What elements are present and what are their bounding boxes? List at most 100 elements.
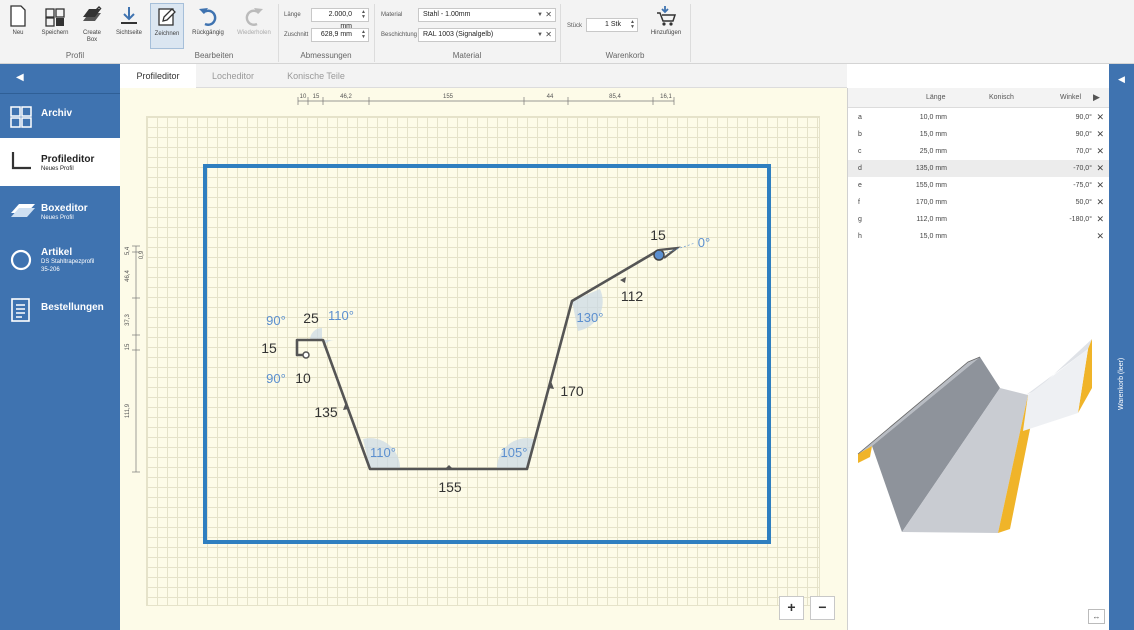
table-row[interactable]: c 25,0 mm 70,0° ✕ xyxy=(848,143,1110,160)
redo-button-label: Wiederholen xyxy=(237,30,271,36)
undo-button[interactable]: Rückgängig xyxy=(190,3,226,49)
segment-label[interactable]: 10 xyxy=(295,370,311,386)
zoom-in-button[interactable]: + xyxy=(779,596,804,620)
add-to-cart-button[interactable]: Hinzufügen xyxy=(646,3,686,49)
delete-icon[interactable]: ✕ xyxy=(1096,129,1104,140)
material-value: Stahl - 1.00mm xyxy=(423,11,471,18)
angle-label[interactable]: 0° xyxy=(698,235,710,250)
row-letter: d xyxy=(858,165,862,172)
row-angle[interactable]: 70,0° xyxy=(1076,148,1092,155)
draw-button[interactable]: Zeichnen xyxy=(150,3,184,49)
expand-icon[interactable]: ↔ xyxy=(1088,609,1105,624)
segment-label[interactable]: 135 xyxy=(314,404,338,420)
delete-icon[interactable]: ✕ xyxy=(1096,231,1104,242)
profile-3d-preview[interactable] xyxy=(848,333,1110,583)
collapse-nav-button[interactable]: ◀ xyxy=(0,64,120,94)
group-label-profil: Profil xyxy=(65,51,85,60)
segment-label[interactable]: 155 xyxy=(438,479,462,495)
angle-label[interactable]: 110° xyxy=(328,308,354,323)
drawing-canvas[interactable]: 10 15 46,2 155 44 85,4 16,1 5,4 0,9 46,4… xyxy=(120,88,847,630)
editor-tabs: Profileditor Locheditor Konische Teile xyxy=(120,64,847,88)
tab-locheditor[interactable]: Locheditor xyxy=(198,64,268,88)
delete-icon[interactable]: ✕ xyxy=(1096,146,1104,157)
row-angle[interactable]: 90,0° xyxy=(1076,114,1092,121)
row-length[interactable]: 15,0 mm xyxy=(920,233,947,240)
row-length[interactable]: 112,0 mm xyxy=(916,216,947,223)
document-list-icon xyxy=(11,298,30,322)
profile-path[interactable] xyxy=(295,248,660,471)
quantity-stepper[interactable]: 1 Stk ▲ ▼ xyxy=(586,18,638,32)
angle-label[interactable]: 105° xyxy=(501,445,528,460)
table-row[interactable]: f 170,0 mm 50,0° ✕ xyxy=(848,194,1110,211)
stepper-icon[interactable]: ▲ ▼ xyxy=(361,30,366,40)
table-row[interactable]: e 155,0 mm -75,0° ✕ xyxy=(848,177,1110,194)
material-select[interactable]: Stahl - 1.00mm ▼ ✕ xyxy=(418,8,556,22)
cart-sidebar[interactable]: ◀ Warenkorb (leer) xyxy=(1109,64,1134,630)
delete-icon[interactable]: ✕ xyxy=(1096,197,1104,208)
save-button[interactable]: Speichern xyxy=(38,3,72,49)
chevron-down-icon[interactable]: ▼ xyxy=(537,9,543,21)
row-length[interactable]: 155,0 mm xyxy=(916,182,947,189)
top-dim: 155 xyxy=(443,94,454,100)
nav-item-sub: DS Stahltrapezprofil xyxy=(41,259,95,265)
row-angle[interactable]: -180,0° xyxy=(1069,216,1092,223)
table-row[interactable]: b 15,0 mm 90,0° ✕ xyxy=(848,126,1110,143)
chevron-down-icon[interactable]: ▼ xyxy=(537,29,543,41)
tab-profileditor[interactable]: Profileditor xyxy=(120,64,196,88)
profile-end-point[interactable] xyxy=(653,249,665,261)
delete-icon[interactable]: ✕ xyxy=(1096,180,1104,191)
table-row[interactable]: g 112,0 mm -180,0° ✕ xyxy=(848,211,1110,228)
nav-item-archiv[interactable]: Archiv xyxy=(0,94,120,142)
length-input[interactable]: 2.000,0 mm ▲ ▼ xyxy=(311,8,369,30)
stepper-icon[interactable]: ▲ ▼ xyxy=(361,10,366,20)
row-angle[interactable]: -70,0° xyxy=(1073,165,1092,172)
segment-label[interactable]: 170 xyxy=(560,383,584,399)
nav-item-boxeditor[interactable]: Boxeditor Neues Profil xyxy=(0,187,120,235)
row-length[interactable]: 135,0 mm xyxy=(916,165,947,172)
delete-icon[interactable]: ✕ xyxy=(1096,112,1104,123)
top-dim: 16,1 xyxy=(660,94,672,100)
redo-button[interactable]: Wiederholen xyxy=(234,3,274,49)
segment-label[interactable]: 15 xyxy=(261,340,277,356)
play-icon[interactable]: ▶ xyxy=(1093,92,1100,103)
table-row[interactable]: d 135,0 mm -70,0° ✕ xyxy=(848,160,1110,177)
nav-item-profileditor[interactable]: Profileditor Neues Profil xyxy=(0,138,120,186)
segment-label[interactable]: 112 xyxy=(621,288,644,304)
nav-item-bestellungen[interactable]: Bestellungen xyxy=(0,286,120,334)
nav-item-artikel[interactable]: Artikel DS Stahltrapezprofil 35-206 xyxy=(0,237,120,285)
angle-label[interactable]: 90° xyxy=(266,371,286,386)
column-header-conical[interactable]: Konisch xyxy=(989,94,1014,101)
stepper-icon[interactable]: ▲ ▼ xyxy=(630,20,635,30)
clear-icon[interactable]: ✕ xyxy=(545,29,552,41)
row-length[interactable]: 25,0 mm xyxy=(920,148,947,155)
row-length[interactable]: 10,0 mm xyxy=(920,114,947,121)
visible-side-button[interactable]: Sichtseite xyxy=(114,3,144,49)
table-row[interactable]: h 15,0 mm ✕ xyxy=(848,228,1110,245)
coating-label: Beschichtung xyxy=(381,32,418,38)
delete-icon[interactable]: ✕ xyxy=(1096,214,1104,225)
row-angle[interactable]: -75,0° xyxy=(1073,182,1092,189)
profile-start-point[interactable] xyxy=(302,351,310,359)
table-row[interactable]: a 10,0 mm 90,0° ✕ xyxy=(848,109,1110,126)
row-angle[interactable]: 90,0° xyxy=(1076,131,1092,138)
row-angle[interactable]: 50,0° xyxy=(1076,199,1092,206)
chevron-left-icon[interactable]: ◀ xyxy=(1118,74,1125,85)
column-header-angle[interactable]: Winkel xyxy=(1060,94,1081,101)
angle-label[interactable]: 110° xyxy=(370,445,396,460)
angle-label[interactable]: 90° xyxy=(266,313,286,328)
segment-label[interactable]: 25 xyxy=(303,310,319,326)
tab-konische-teile[interactable]: Konische Teile xyxy=(272,64,360,88)
cut-input[interactable]: 628,9 mm ▲ ▼ xyxy=(311,28,369,42)
row-length[interactable]: 15,0 mm xyxy=(920,131,947,138)
clear-icon[interactable]: ✕ xyxy=(545,9,552,21)
delete-icon[interactable]: ✕ xyxy=(1096,163,1104,174)
angle-label[interactable]: 130° xyxy=(577,310,604,325)
undo-button-label: Rückgängig xyxy=(192,30,224,36)
row-length[interactable]: 170,0 mm xyxy=(916,199,947,206)
create-box-button[interactable]: Create Box xyxy=(76,3,108,49)
segment-label[interactable]: 15 xyxy=(650,227,666,243)
new-button[interactable]: Neu xyxy=(4,3,32,49)
column-header-length[interactable]: Länge xyxy=(926,94,945,101)
zoom-out-button[interactable]: − xyxy=(810,596,835,620)
coating-select[interactable]: RAL 1003 (Signalgelb) ▼ ✕ xyxy=(418,28,556,42)
